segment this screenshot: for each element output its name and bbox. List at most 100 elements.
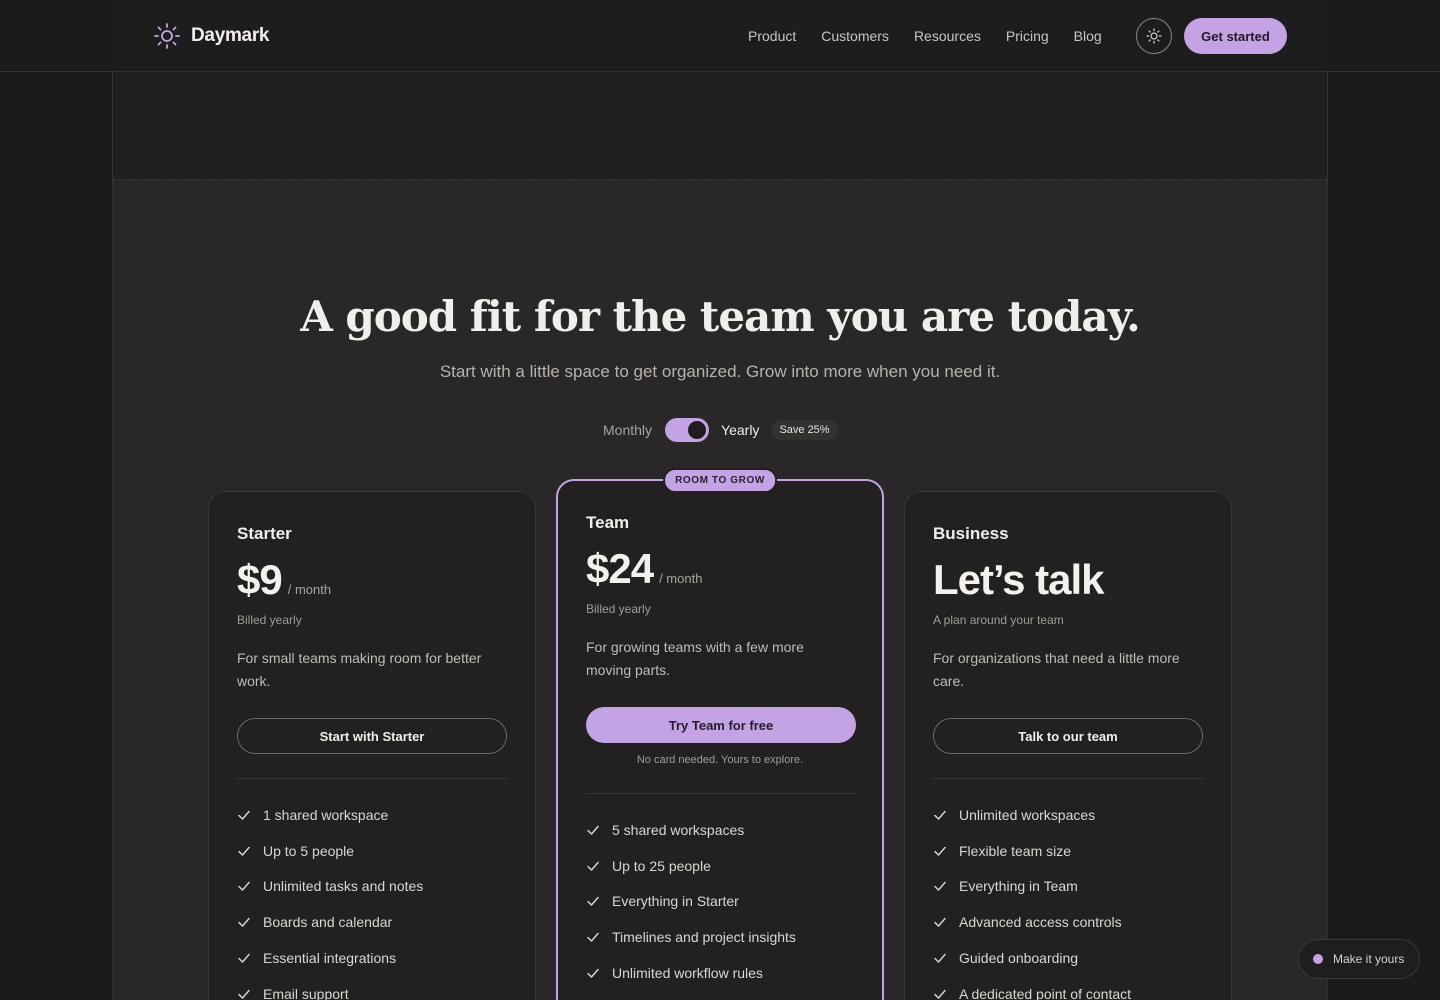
plan-card-business: Business Let’s talk A plan around your t… [904,491,1232,1000]
check-icon [587,933,599,943]
plan-card-starter: Starter $9 / month Billed yearly For sma… [208,491,536,1000]
make-it-yours-button[interactable]: Make it yours [1298,939,1420,979]
feature-item: Boards and calendar [237,904,423,940]
page-subtitle: Start with a little space to get organiz… [439,362,1001,381]
feature-item: 1 shared workspace [237,797,423,833]
check-icon [934,953,946,963]
feature-item: Email support [237,976,423,1000]
price-amount: Let’s talk [933,556,1105,603]
check-icon [238,846,250,856]
check-icon [934,882,946,892]
brand-logo[interactable]: Daymark [153,22,269,50]
check-icon [934,989,946,999]
billing-note: Billed yearly [586,602,651,616]
feature-item: Flexible team size [933,833,1131,869]
get-started-button[interactable]: Get started [1184,18,1287,54]
plan-price: Let’s talk [933,556,1105,604]
feature-label: Everything in Starter [612,893,739,910]
check-icon [587,861,599,871]
plan-name: Business [933,524,1009,543]
feature-item: Everything in Starter [586,884,796,920]
start-with-starter-button[interactable]: Start with Starter [237,718,507,754]
feature-item: Advanced access controls [933,904,1131,940]
feature-label: Unlimited workflow rules [612,965,763,982]
page-title: A good fit for the team you are today. [300,292,1141,341]
check-icon [238,882,250,892]
brand-name: Daymark [191,25,270,46]
check-icon [238,918,250,928]
yearly-label[interactable]: Yearly [721,422,759,438]
plan-price: $24 / month [586,545,702,593]
check-icon [238,989,250,999]
feature-item: Unlimited workspaces [933,797,1131,833]
divider [237,778,507,779]
talk-to-team-button[interactable]: Talk to our team [933,718,1203,754]
plan-description: For organizations that need a little mor… [933,650,1180,689]
feature-item: Up to 5 people [237,833,423,869]
divider [933,778,1203,779]
sun-icon [1146,28,1162,44]
feature-item: Unlimited tasks and notes [237,869,423,905]
nav-pricing[interactable]: Pricing [1006,28,1049,44]
feature-item: Unlimited workflow rules [586,955,796,991]
price-period: / month [287,582,332,597]
billing-switch: Monthly Yearly Save 25% [603,417,838,443]
check-icon [238,810,250,820]
plan-card-team: ROOM TO GROW Team $24 / month Billed yea… [556,468,884,1000]
plan-description: For growing teams with a few more moving… [586,639,804,678]
feature-list: 5 shared workspaces Up to 25 people Ever… [586,812,796,991]
check-icon [238,953,250,963]
check-icon [587,897,599,907]
plan-description: For small teams making room for better w… [237,650,482,689]
feature-label: 5 shared workspaces [612,821,745,838]
main-nav: Product Customers Resources Pricing Blog [748,28,1102,44]
toggle-knob [688,421,707,439]
billing-toggle[interactable] [665,418,710,442]
make-it-yours-label: Make it yours [1333,952,1405,966]
price-amount: $24 [586,545,654,592]
check-icon [587,968,599,978]
plan-name: Team [586,513,630,532]
nav-resources[interactable]: Resources [914,28,981,44]
feature-label: Up to 5 people [263,842,355,859]
billing-note: Billed yearly [237,613,302,627]
feature-label: Everything in Team [959,878,1078,895]
check-icon [934,846,946,856]
feature-label: A dedicated point of contact [959,985,1132,1000]
feature-label: Guided onboarding [959,950,1079,967]
feature-list: Unlimited workspaces Flexible team size … [933,797,1131,1000]
feature-label: 1 shared workspace [263,806,389,823]
feature-item: 5 shared workspaces [586,812,796,848]
feature-label: Boards and calendar [263,914,393,931]
feature-item: Timelines and project insights [586,919,796,955]
feature-label: Timelines and project insights [612,929,796,946]
feature-item: Essential integrations [237,940,423,976]
nav-blog[interactable]: Blog [1074,28,1102,44]
monthly-label[interactable]: Monthly [603,422,652,438]
plan-price: $9 / month [237,556,331,604]
feature-item: Guided onboarding [933,940,1131,976]
nav-customers[interactable]: Customers [821,28,889,44]
feature-label: Advanced access controls [959,914,1122,931]
feature-label: Up to 25 people [612,857,711,874]
nav-product[interactable]: Product [748,28,796,44]
feature-label: Unlimited workspaces [959,806,1096,823]
check-icon [587,825,599,835]
feature-label: Email support [263,985,349,1000]
save-badge: Save 25% [771,420,838,440]
feature-item: Everything in Team [933,869,1131,905]
feature-item: Up to 25 people [586,848,796,884]
check-icon [934,810,946,820]
featured-badge: ROOM TO GROW [663,468,777,493]
price-amount: $9 [237,556,283,603]
theme-toggle-button[interactable] [1136,18,1172,54]
trial-note: No card needed. Yours to explore. [636,754,804,766]
plan-name: Starter [237,524,292,543]
price-period: / month [659,571,703,586]
try-team-button[interactable]: Try Team for free [586,707,856,743]
feature-label: Unlimited tasks and notes [263,878,424,895]
feature-list: 1 shared workspace Up to 5 people Unlimi… [237,797,423,1000]
billing-note: A plan around your team [933,613,1064,627]
feature-label: Flexible team size [959,842,1072,859]
check-icon [934,918,946,928]
